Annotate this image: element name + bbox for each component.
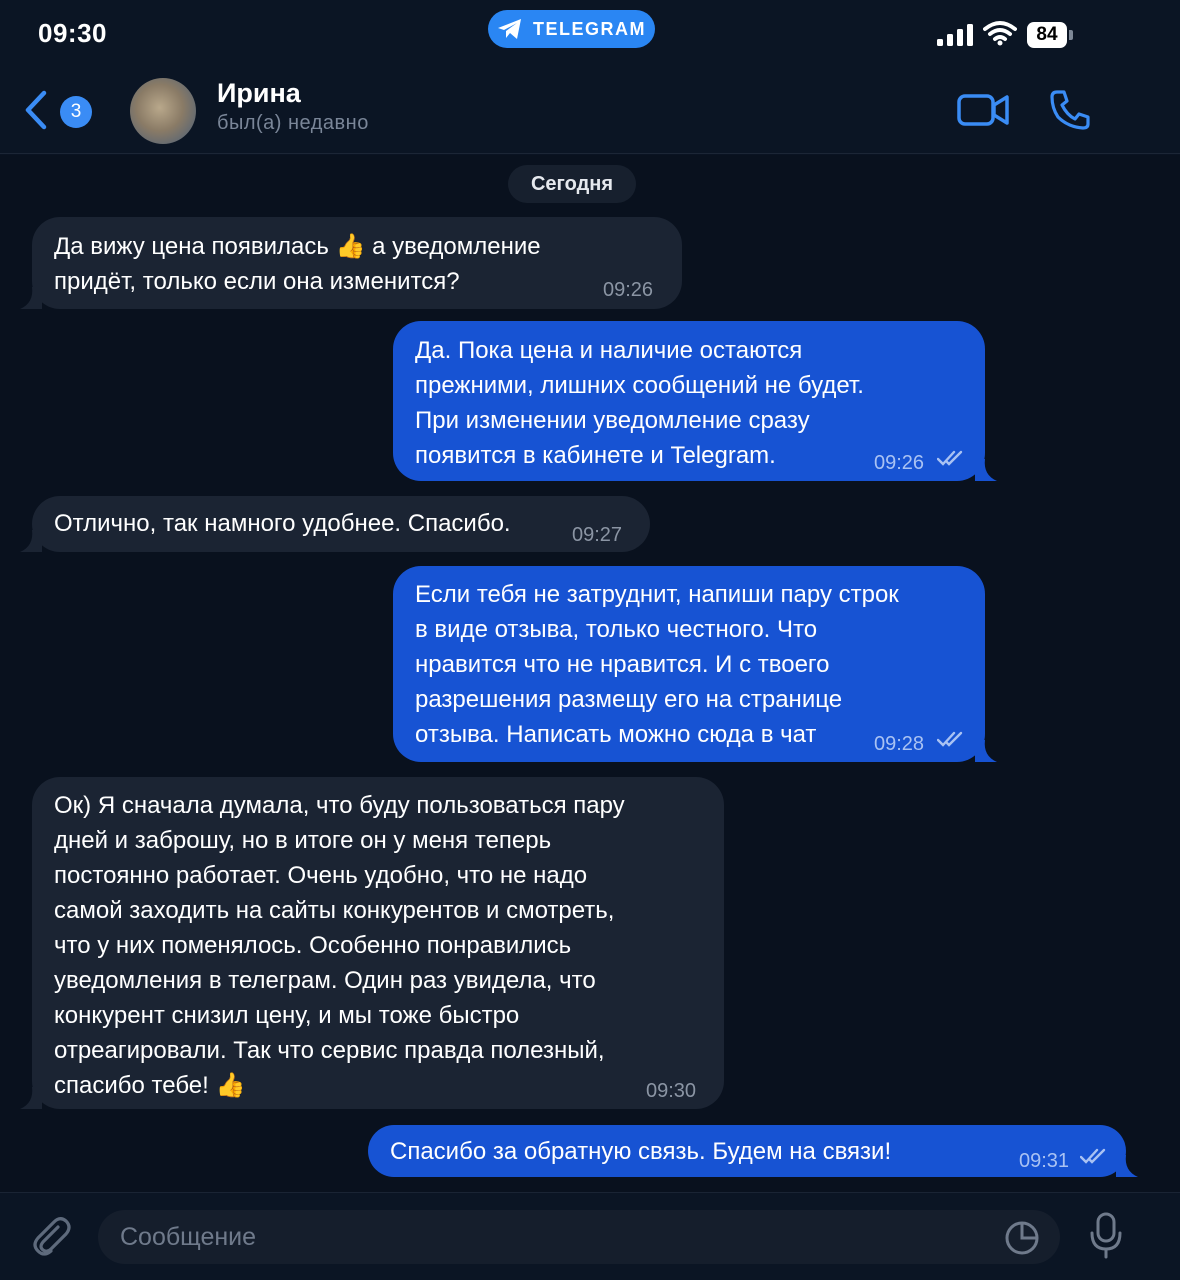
back-button[interactable]: 3 bbox=[24, 88, 96, 132]
contact-name[interactable]: Ирина bbox=[217, 78, 301, 109]
message-placeholder: Сообщение bbox=[120, 1223, 257, 1251]
bubble-tail bbox=[20, 287, 42, 309]
input-bar: Сообщение bbox=[0, 1192, 1180, 1280]
message-text: Если тебя не затруднит, напиши пару стро… bbox=[415, 581, 899, 748]
date-separator: Сегодня bbox=[508, 165, 636, 203]
chat-header: 3 Ирина был(а) недавно bbox=[0, 66, 1180, 154]
message-outgoing[interactable]: Если тебя не затруднит, напиши пару стро… bbox=[393, 566, 997, 762]
message-time: 09:26 bbox=[603, 279, 654, 301]
message-text: Отлично, так намного удобнее. Спасибо. bbox=[54, 510, 511, 537]
message-incoming[interactable]: Ок) Я сначала думала, что буду пользоват… bbox=[20, 777, 724, 1109]
telegram-plane-icon bbox=[498, 19, 521, 39]
double-check-icon bbox=[1080, 1148, 1106, 1164]
battery-indicator: 84 bbox=[1027, 22, 1067, 48]
battery-cap bbox=[1069, 30, 1073, 40]
avatar[interactable] bbox=[130, 78, 196, 144]
telegram-pill[interactable]: TELEGRAM bbox=[488, 10, 655, 48]
video-camera-icon[interactable] bbox=[956, 92, 1010, 128]
double-check-icon bbox=[937, 731, 963, 747]
unread-count-badge: 3 bbox=[60, 96, 92, 128]
message-time: 09:30 bbox=[646, 1080, 697, 1102]
bubble-tail bbox=[975, 740, 997, 762]
telegram-pill-label: TELEGRAM bbox=[533, 18, 646, 39]
message-text: Спасибо за обратную связь. Будем на связ… bbox=[390, 1138, 892, 1165]
contact-status: был(а) недавно bbox=[217, 112, 369, 134]
message-time: 09:26 bbox=[874, 452, 925, 474]
microphone-icon[interactable] bbox=[1088, 1211, 1124, 1259]
message-time: 09:27 bbox=[572, 524, 623, 546]
message-incoming[interactable]: Да вижу цена появилась 👍 а уведомление п… bbox=[20, 217, 682, 309]
message-time: 09:31 bbox=[1019, 1150, 1070, 1172]
bubble-tail bbox=[20, 530, 42, 552]
phone-icon[interactable] bbox=[1048, 88, 1092, 132]
status-bar: 09:30 TELEGRAM 84 bbox=[0, 0, 1180, 66]
message-incoming[interactable]: Отлично, так намного удобнее. Спасибо. 0… bbox=[20, 496, 650, 552]
message-time: 09:28 bbox=[874, 733, 925, 755]
bubble-tail bbox=[1116, 1155, 1138, 1177]
status-time: 09:30 bbox=[38, 18, 107, 48]
message-text: Да. Пока цена и наличие остаются прежним… bbox=[415, 337, 864, 469]
message-outgoing[interactable]: Да. Пока цена и наличие остаются прежним… bbox=[393, 321, 997, 481]
message-text: Да вижу цена появилась 👍 а уведомление п… bbox=[54, 233, 541, 295]
back-chevron-icon bbox=[25, 90, 47, 130]
sticker-icon[interactable] bbox=[1004, 1220, 1040, 1256]
wifi-icon bbox=[983, 21, 1017, 46]
message-text: Ок) Я сначала думала, что буду пользоват… bbox=[54, 792, 625, 1099]
bubble-tail bbox=[20, 1087, 42, 1109]
paperclip-icon[interactable] bbox=[28, 1213, 74, 1259]
message-input[interactable]: Сообщение bbox=[98, 1210, 1060, 1264]
signal-icon bbox=[937, 24, 973, 46]
bubble-tail bbox=[975, 459, 997, 481]
message-outgoing[interactable]: Спасибо за обратную связь. Будем на связ… bbox=[368, 1125, 1138, 1177]
double-check-icon bbox=[937, 450, 963, 466]
chat-area[interactable]: Сегодня Да вижу цена появилась 👍 а уведо… bbox=[0, 155, 1180, 1192]
